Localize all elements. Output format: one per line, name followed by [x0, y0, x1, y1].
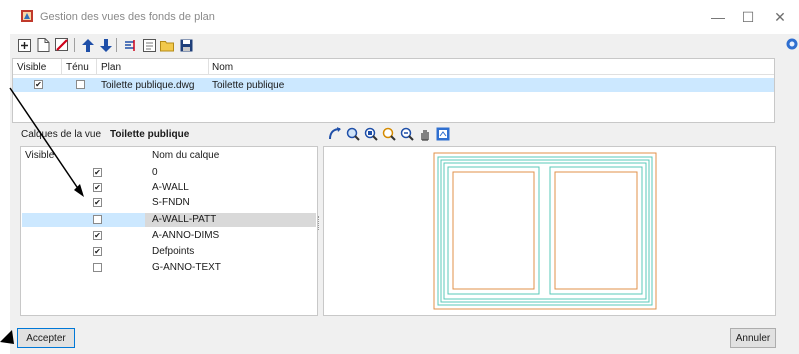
annotation-arrows	[0, 87, 84, 344]
